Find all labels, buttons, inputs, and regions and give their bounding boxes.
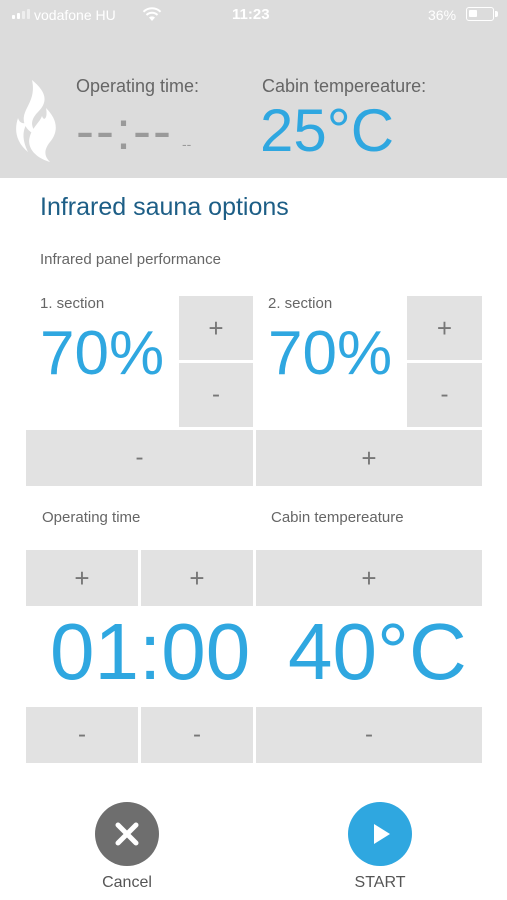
section1-plus-button[interactable]: + — [179, 296, 253, 360]
start-button[interactable] — [348, 802, 412, 866]
flame-logo-icon — [16, 80, 56, 162]
section2-minus-button[interactable]: - — [407, 363, 482, 427]
section1-minus-button[interactable]: - — [179, 363, 253, 427]
carrier-name: vodafone HU — [34, 7, 116, 23]
cabin-temp-label: Cabin tempereature — [271, 509, 404, 526]
cancel-label[interactable]: Cancel — [87, 874, 167, 892]
minutes-minus-button[interactable]: - — [141, 707, 253, 763]
cancel-button[interactable] — [95, 802, 159, 866]
cabin-temp-value: 40°C — [288, 607, 467, 696]
start-label[interactable]: START — [340, 874, 420, 892]
section1-value: 70% — [40, 319, 165, 388]
minutes-plus-button[interactable]: + — [141, 550, 253, 606]
status-time: 11:23 — [232, 6, 270, 23]
play-icon — [374, 824, 390, 844]
battery-icon — [466, 7, 498, 21]
header-operating-time-sub: -- — [182, 136, 192, 152]
cabin-temp-minus-button[interactable]: - — [256, 707, 482, 763]
close-icon — [115, 822, 139, 846]
header-cabin-temp-value: 25°C — [260, 97, 395, 164]
header-cabin-temp-label: Cabin tempereature: — [262, 76, 427, 96]
hours-minus-button[interactable]: - — [26, 707, 138, 763]
signal-icon — [12, 9, 30, 19]
header-operating-time-value: --:-- — [76, 101, 173, 161]
page-title: Infrared sauna options — [40, 193, 289, 221]
operating-time-value: 01:00 — [50, 607, 251, 696]
section2-plus-button[interactable]: + — [407, 296, 482, 360]
cabin-temp-plus-button[interactable]: + — [256, 550, 482, 606]
panel-performance-label: Infrared panel performance — [40, 251, 221, 268]
header: vodafone HU 11:23 36% Operating time: Ca… — [0, 0, 507, 178]
section1-label: 1. section — [40, 295, 105, 312]
status-bar: vodafone HU 11:23 36% — [0, 0, 507, 30]
header-operating-time-label: Operating time: — [76, 76, 200, 96]
all-sections-plus-button[interactable]: + — [256, 430, 482, 486]
hours-plus-button[interactable]: + — [26, 550, 138, 606]
section2-label: 2. section — [268, 295, 333, 312]
all-sections-minus-button[interactable]: - — [26, 430, 253, 486]
section2-value: 70% — [268, 319, 393, 388]
battery-percent: 36% — [428, 7, 457, 23]
operating-time-label: Operating time — [42, 509, 141, 526]
wifi-icon — [142, 7, 162, 21]
